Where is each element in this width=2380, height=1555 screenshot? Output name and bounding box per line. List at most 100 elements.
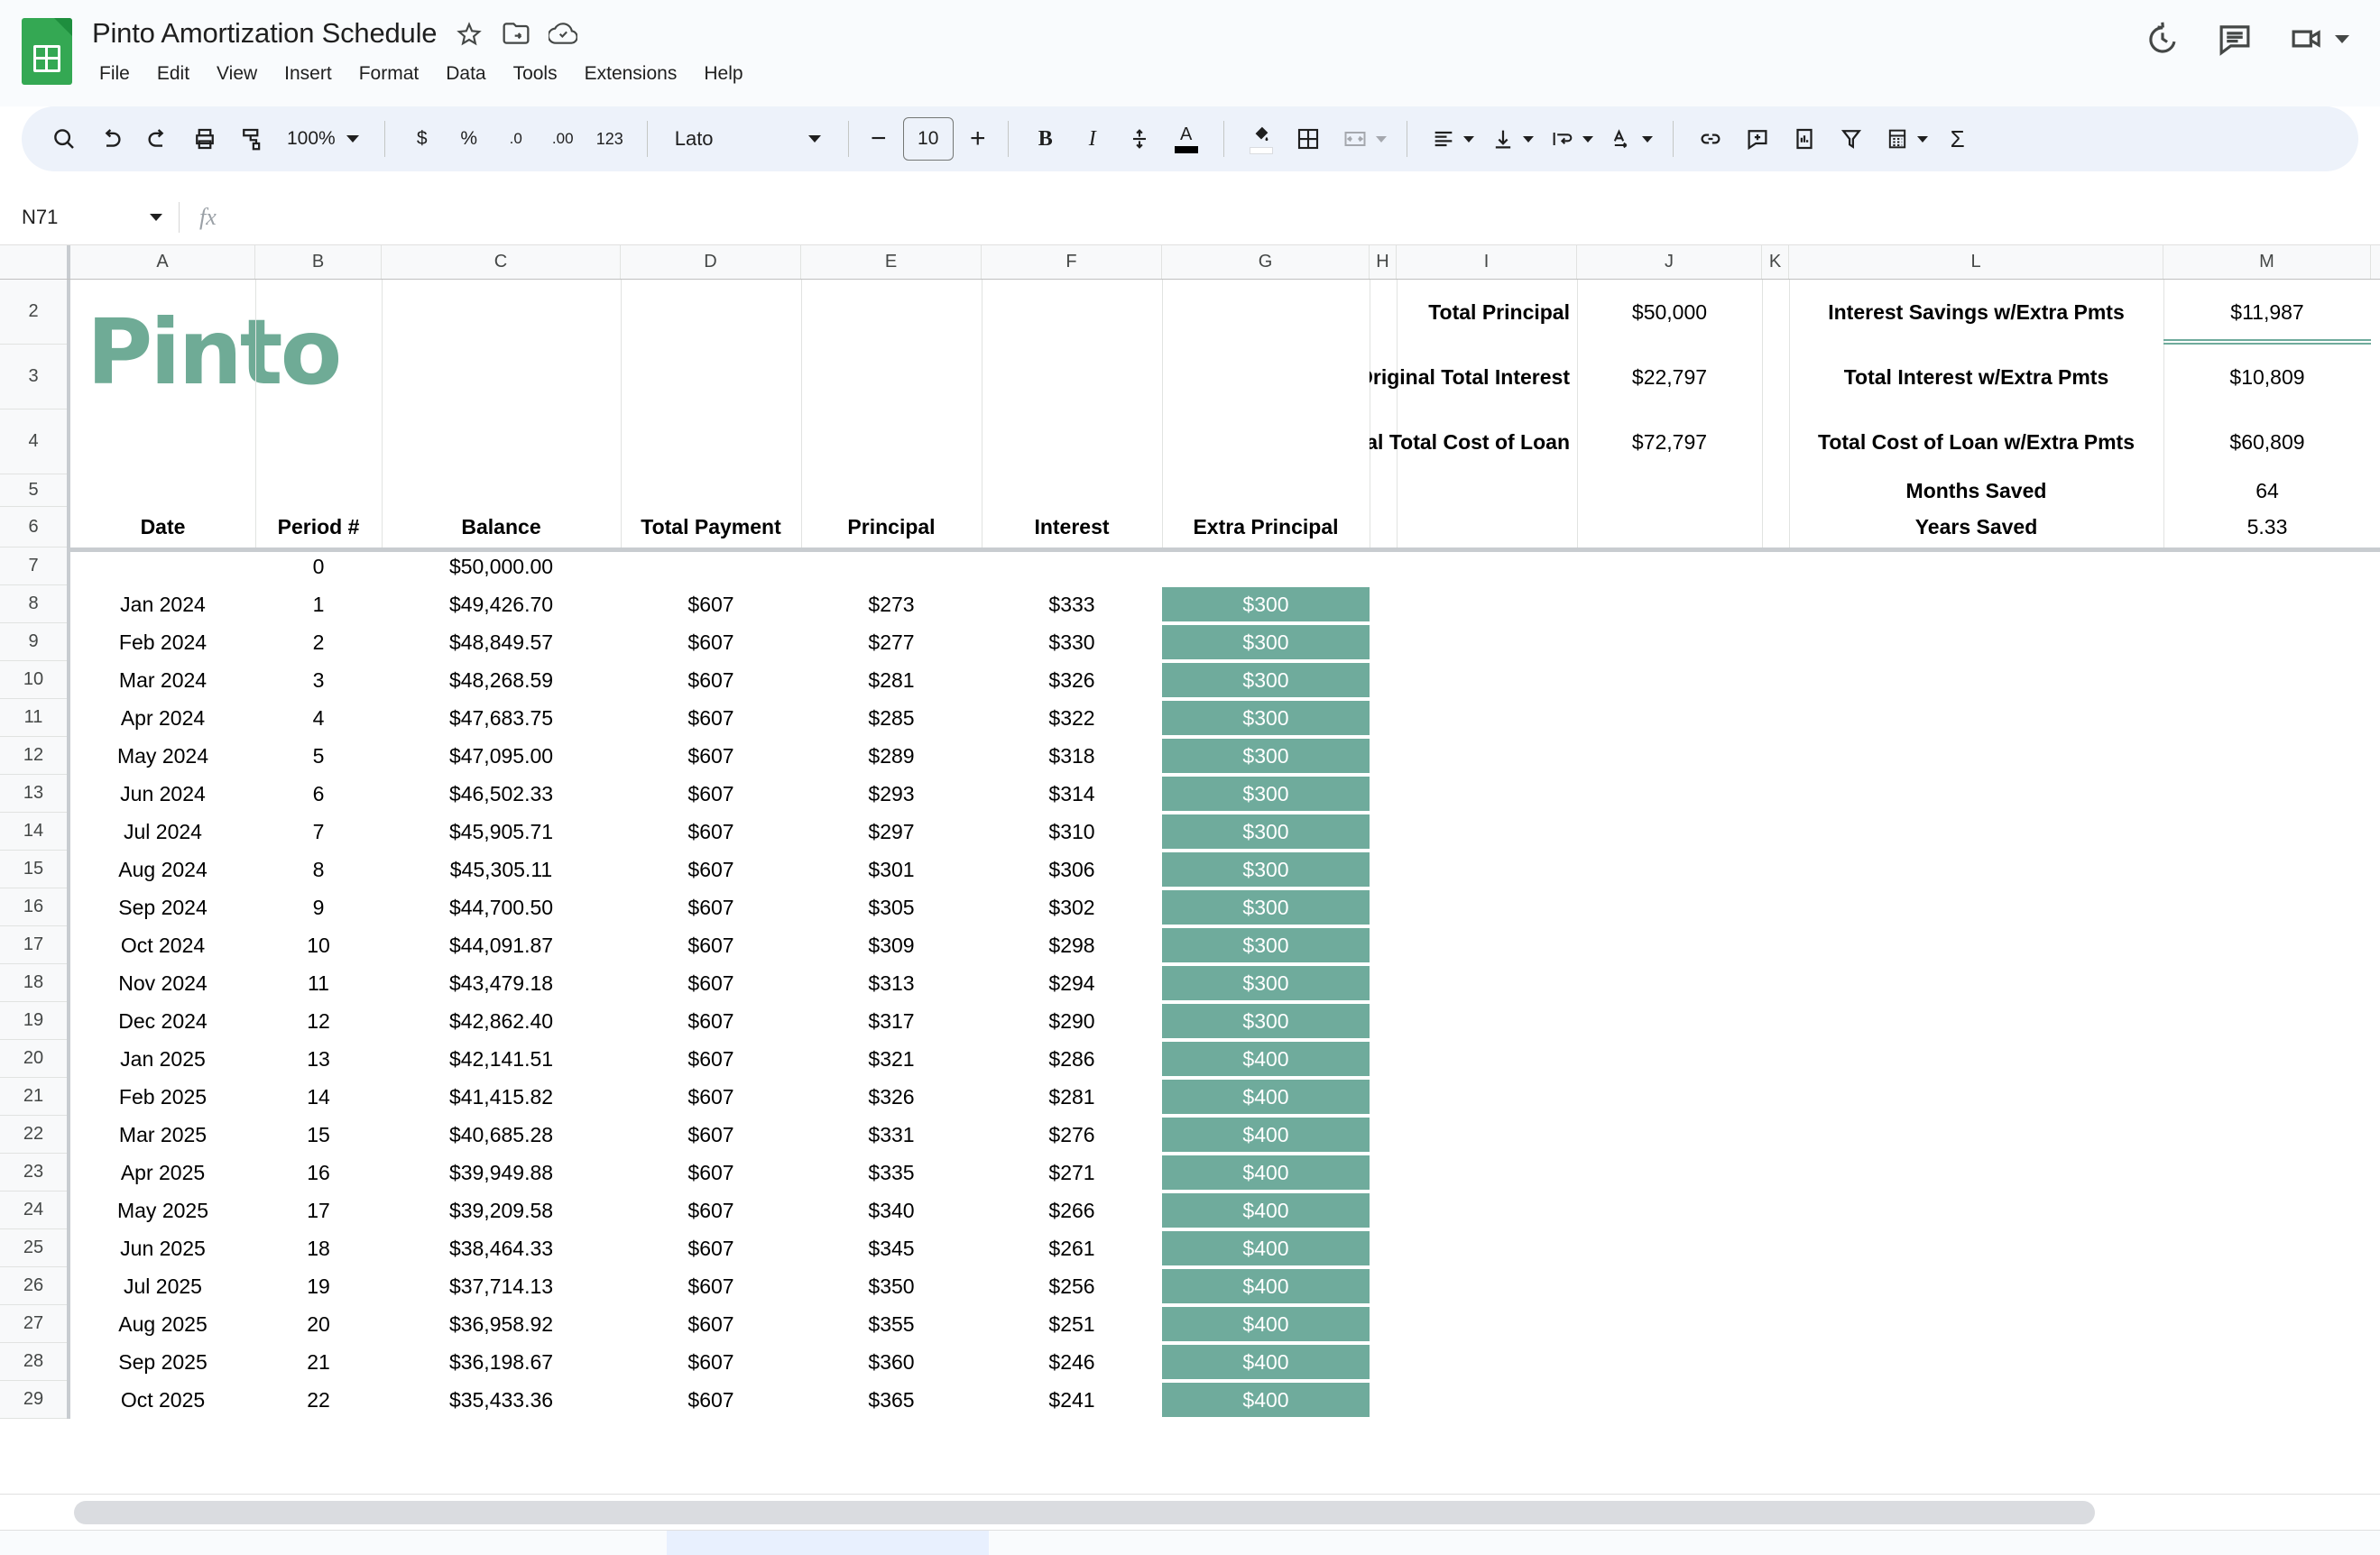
column-header-m[interactable]: M (2163, 245, 2371, 279)
font-size-input[interactable]: 10 (902, 117, 954, 161)
cell-interest[interactable]: $261 (982, 1229, 1162, 1267)
row-header-22[interactable]: 22 (0, 1116, 67, 1154)
table-header-balance[interactable]: Balance (382, 507, 621, 547)
cell-total-payment[interactable]: $607 (621, 1343, 801, 1381)
filter-icon[interactable] (1829, 116, 1874, 161)
cell-balance[interactable]: $44,700.50 (382, 888, 621, 926)
more-formats-button[interactable]: 123 (587, 116, 632, 161)
cell-period[interactable]: 10 (255, 926, 382, 964)
summary-right-label[interactable]: Interest Savings w/Extra Pmts (1789, 280, 2163, 345)
undo-icon[interactable] (88, 116, 134, 161)
cell-principal[interactable]: $281 (801, 661, 982, 699)
strikethrough-icon[interactable] (1117, 116, 1162, 161)
horizontal-align-icon[interactable] (1422, 116, 1480, 161)
cell-interest[interactable]: $241 (982, 1381, 1162, 1419)
cell-period[interactable]: 20 (255, 1305, 382, 1343)
meet-camera-icon[interactable] (2288, 20, 2326, 58)
cell-principal[interactable]: $340 (801, 1192, 982, 1229)
cell-period[interactable]: 22 (255, 1381, 382, 1419)
meet-button[interactable] (2288, 20, 2349, 58)
cell-balance[interactable]: $44,091.87 (382, 926, 621, 964)
cell-extra-principal[interactable]: $400 (1162, 1080, 1370, 1114)
cell-principal[interactable]: $297 (801, 813, 982, 851)
cell-period[interactable]: 14 (255, 1078, 382, 1116)
cell-total-payment[interactable]: $607 (621, 1116, 801, 1154)
cell-total-payment[interactable]: $607 (621, 851, 801, 888)
summary-left-value[interactable]: $22,797 (1577, 345, 1762, 409)
cell-extra-principal[interactable]: $300 (1162, 814, 1370, 849)
cell-balance[interactable]: $42,141.51 (382, 1040, 621, 1078)
insert-comment-icon[interactable] (1735, 116, 1780, 161)
cell-period[interactable]: 15 (255, 1116, 382, 1154)
row-header-14[interactable]: 14 (0, 813, 67, 851)
cell-principal[interactable]: $305 (801, 888, 982, 926)
cell-balance[interactable]: $47,683.75 (382, 699, 621, 737)
summary-right-value[interactable]: $60,809 (2163, 409, 2371, 474)
summary-right-value[interactable]: 64 (2163, 474, 2371, 507)
chevron-down-icon[interactable] (1582, 135, 1593, 143)
cell-period[interactable]: 5 (255, 737, 382, 775)
cell-total-payment[interactable]: $607 (621, 813, 801, 851)
cell-period[interactable]: 21 (255, 1343, 382, 1381)
cell-period[interactable]: 12 (255, 1002, 382, 1040)
cell-interest[interactable]: $314 (982, 775, 1162, 813)
redo-icon[interactable] (135, 116, 180, 161)
column-header-g[interactable]: G (1162, 245, 1370, 279)
cell-interest[interactable]: $294 (982, 964, 1162, 1002)
cell-total-payment[interactable]: $607 (621, 775, 801, 813)
cell-interest[interactable]: $271 (982, 1154, 1162, 1192)
row-header-11[interactable]: 11 (0, 699, 67, 737)
cell-total-payment[interactable]: $607 (621, 1305, 801, 1343)
cell-period[interactable]: 17 (255, 1192, 382, 1229)
text-color-button[interactable]: A (1164, 116, 1209, 161)
chevron-down-icon[interactable] (1462, 135, 1474, 143)
cell-date[interactable]: Apr 2025 (70, 1154, 255, 1192)
chevron-down-icon[interactable] (2335, 34, 2349, 43)
cell-principal[interactable]: $335 (801, 1154, 982, 1192)
cell-extra-principal[interactable]: $400 (1162, 1118, 1370, 1152)
cell-balance[interactable]: $50,000.00 (382, 547, 621, 585)
cell-principal[interactable]: $285 (801, 699, 982, 737)
summary-left-value[interactable]: $50,000 (1577, 280, 1762, 345)
cell-date[interactable]: Dec 2024 (70, 1002, 255, 1040)
cell-date[interactable]: Mar 2024 (70, 661, 255, 699)
cell-extra-principal[interactable]: $300 (1162, 739, 1370, 773)
menu-item-edit[interactable]: Edit (143, 58, 203, 90)
cell-total-payment[interactable]: $607 (621, 1229, 801, 1267)
print-icon[interactable] (182, 116, 227, 161)
cell-principal[interactable]: $331 (801, 1116, 982, 1154)
cell-extra-principal[interactable]: $300 (1162, 587, 1370, 621)
cell-total-payment[interactable]: $607 (621, 1192, 801, 1229)
summary-right-label[interactable]: Total Interest w/Extra Pmts (1789, 345, 2163, 409)
merge-cells-icon[interactable] (1333, 116, 1392, 161)
cell-balance[interactable]: $46,502.33 (382, 775, 621, 813)
cell-interest[interactable]: $251 (982, 1305, 1162, 1343)
zoom-selector[interactable]: 100% (276, 116, 370, 161)
cell-balance[interactable]: $36,198.67 (382, 1343, 621, 1381)
table-header-date[interactable]: Date (70, 507, 255, 547)
cell-date[interactable]: Feb 2024 (70, 623, 255, 661)
column-header-j[interactable]: J (1577, 245, 1762, 279)
add-sheet-button[interactable] (90, 1542, 144, 1555)
cell-interest[interactable]: $333 (982, 585, 1162, 623)
all-sheets-icon[interactable] (157, 1542, 211, 1555)
cell-total-payment[interactable]: $607 (621, 699, 801, 737)
cell-period[interactable]: 0 (255, 547, 382, 585)
cell-balance[interactable]: $43,479.18 (382, 964, 621, 1002)
menu-item-help[interactable]: Help (690, 58, 756, 90)
cell-extra-principal[interactable]: $300 (1162, 928, 1370, 962)
column-header-a[interactable]: A (70, 245, 255, 279)
cell-total-payment[interactable]: $607 (621, 1154, 801, 1192)
menu-item-view[interactable]: View (203, 58, 271, 90)
cell-period[interactable]: 13 (255, 1040, 382, 1078)
cell-date[interactable]: Feb 2025 (70, 1078, 255, 1116)
cell-balance[interactable]: $39,949.88 (382, 1154, 621, 1192)
column-header-f[interactable]: F (982, 245, 1162, 279)
row-header-28[interactable]: 28 (0, 1343, 67, 1381)
decrease-font-size-button[interactable]: − (863, 125, 894, 152)
row-header-20[interactable]: 20 (0, 1040, 67, 1078)
cell-principal[interactable]: $321 (801, 1040, 982, 1078)
cell-extra-principal[interactable]: $400 (1162, 1269, 1370, 1303)
summary-right-label[interactable]: Total Cost of Loan w/Extra Pmts (1789, 409, 2163, 474)
sum-button[interactable]: Σ (1935, 116, 1980, 161)
